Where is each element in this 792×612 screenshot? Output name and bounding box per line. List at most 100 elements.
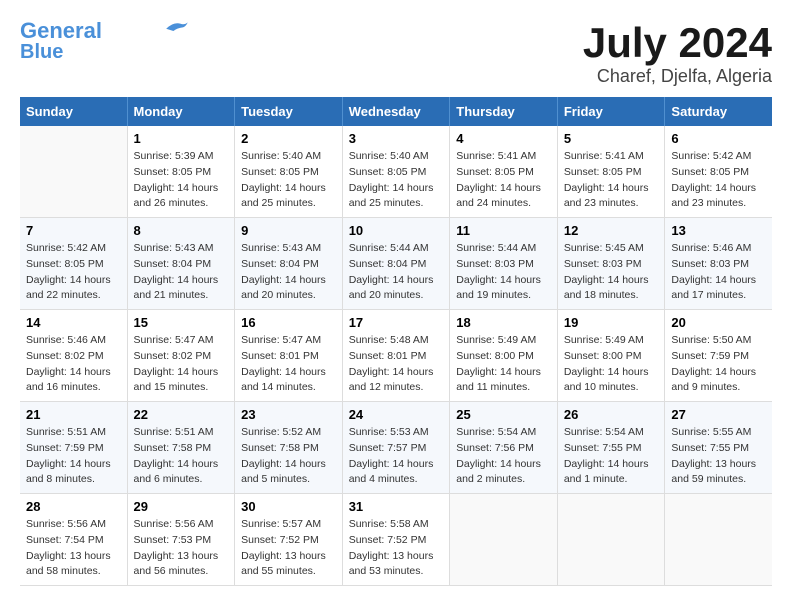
weekday-header-row: SundayMondayTuesdayWednesdayThursdayFrid… [20, 97, 772, 126]
day-cell: 16 Sunrise: 5:47 AMSunset: 8:01 PMDayligh… [235, 310, 343, 402]
day-cell: 19 Sunrise: 5:49 AMSunset: 8:00 PMDayligh… [557, 310, 665, 402]
day-info: Sunrise: 5:47 AMSunset: 8:02 PMDaylight:… [134, 333, 229, 396]
day-number: 12 [564, 223, 659, 238]
day-info: Sunrise: 5:54 AMSunset: 7:55 PMDaylight:… [564, 425, 659, 488]
day-info: Sunrise: 5:49 AMSunset: 8:00 PMDaylight:… [456, 333, 551, 396]
weekday-header-tuesday: Tuesday [235, 97, 343, 126]
day-number: 26 [564, 407, 659, 422]
day-cell: 8 Sunrise: 5:43 AMSunset: 8:04 PMDaylight… [127, 218, 235, 310]
day-info: Sunrise: 5:56 AMSunset: 7:54 PMDaylight:… [26, 517, 121, 580]
day-number: 11 [456, 223, 551, 238]
week-row-5: 28 Sunrise: 5:56 AMSunset: 7:54 PMDayligh… [20, 494, 772, 586]
week-row-1: 1Sunrise: 5:39 AMSunset: 8:05 PMDaylight… [20, 126, 772, 218]
logo: General Blue [20, 20, 192, 62]
day-info: Sunrise: 5:55 AMSunset: 7:55 PMDaylight:… [671, 425, 766, 488]
day-number: 8 [134, 223, 229, 238]
day-number: 14 [26, 315, 121, 330]
day-number: 4 [456, 131, 551, 146]
day-cell: 15Sunrise: 5:47 AMSunset: 8:02 PMDayligh… [127, 310, 235, 402]
day-info: Sunrise: 5:44 AMSunset: 8:04 PMDaylight:… [349, 241, 444, 304]
day-info: Sunrise: 5:46 AMSunset: 8:02 PMDaylight:… [26, 333, 121, 396]
day-number: 9 [241, 223, 336, 238]
day-cell: 28 Sunrise: 5:56 AMSunset: 7:54 PMDayligh… [20, 494, 127, 586]
day-cell: 9 Sunrise: 5:43 AMSunset: 8:04 PMDaylight… [235, 218, 343, 310]
day-cell: 14 Sunrise: 5:46 AMSunset: 8:02 PMDayligh… [20, 310, 127, 402]
day-info: Sunrise: 5:42 AMSunset: 8:05 PMDaylight:… [26, 241, 121, 304]
day-number: 22 [134, 407, 229, 422]
day-number: 29 [134, 499, 229, 514]
day-number: 17 [349, 315, 444, 330]
day-info: Sunrise: 5:44 AMSunset: 8:03 PMDaylight:… [456, 241, 551, 304]
day-cell: 6Sunrise: 5:42 AMSunset: 8:05 PMDaylight… [665, 126, 772, 218]
logo-bird-icon [162, 18, 192, 36]
week-row-4: 21 Sunrise: 5:51 AMSunset: 7:59 PMDayligh… [20, 402, 772, 494]
weekday-header-sunday: Sunday [20, 97, 127, 126]
day-info: Sunrise: 5:40 AMSunset: 8:05 PMDaylight:… [241, 149, 336, 212]
day-number: 7 [26, 223, 121, 238]
day-cell: 13Sunrise: 5:46 AMSunset: 8:03 PMDayligh… [665, 218, 772, 310]
day-info: Sunrise: 5:41 AMSunset: 8:05 PMDaylight:… [456, 149, 551, 212]
day-number: 28 [26, 499, 121, 514]
day-number: 21 [26, 407, 121, 422]
day-info: Sunrise: 5:43 AMSunset: 8:04 PMDaylight:… [241, 241, 336, 304]
day-info: Sunrise: 5:56 AMSunset: 7:53 PMDaylight:… [134, 517, 229, 580]
day-info: Sunrise: 5:40 AMSunset: 8:05 PMDaylight:… [349, 149, 444, 212]
day-number: 20 [671, 315, 766, 330]
day-number: 10 [349, 223, 444, 238]
day-info: Sunrise: 5:51 AMSunset: 7:59 PMDaylight:… [26, 425, 121, 488]
day-number: 27 [671, 407, 766, 422]
day-info: Sunrise: 5:57 AMSunset: 7:52 PMDaylight:… [241, 517, 336, 580]
week-row-3: 14 Sunrise: 5:46 AMSunset: 8:02 PMDayligh… [20, 310, 772, 402]
day-number: 31 [349, 499, 444, 514]
day-number: 16 [241, 315, 336, 330]
day-number: 24 [349, 407, 444, 422]
day-cell: 27 Sunrise: 5:55 AMSunset: 7:55 PMDayligh… [665, 402, 772, 494]
day-info: Sunrise: 5:41 AMSunset: 8:05 PMDaylight:… [564, 149, 659, 212]
weekday-header-friday: Friday [557, 97, 665, 126]
day-number: 6 [671, 131, 766, 146]
day-cell: 12 Sunrise: 5:45 AMSunset: 8:03 PMDayligh… [557, 218, 665, 310]
day-info: Sunrise: 5:45 AMSunset: 8:03 PMDaylight:… [564, 241, 659, 304]
day-cell: 31 Sunrise: 5:58 AMSunset: 7:52 PMDayligh… [342, 494, 450, 586]
weekday-header-saturday: Saturday [665, 97, 772, 126]
day-cell: 24 Sunrise: 5:53 AMSunset: 7:57 PMDayligh… [342, 402, 450, 494]
day-info: Sunrise: 5:58 AMSunset: 7:52 PMDaylight:… [349, 517, 444, 580]
day-cell: 18 Sunrise: 5:49 AMSunset: 8:00 PMDayligh… [450, 310, 558, 402]
logo-text: General [20, 20, 102, 42]
day-cell: 5Sunrise: 5:41 AMSunset: 8:05 PMDaylight… [557, 126, 665, 218]
day-number: 2 [241, 131, 336, 146]
day-number: 19 [564, 315, 659, 330]
day-info: Sunrise: 5:39 AMSunset: 8:05 PMDaylight:… [134, 149, 229, 212]
day-number: 25 [456, 407, 551, 422]
day-number: 23 [241, 407, 336, 422]
day-cell: 11 Sunrise: 5:44 AMSunset: 8:03 PMDayligh… [450, 218, 558, 310]
day-number: 18 [456, 315, 551, 330]
day-cell: 23 Sunrise: 5:52 AMSunset: 7:58 PMDayligh… [235, 402, 343, 494]
day-cell: 1Sunrise: 5:39 AMSunset: 8:05 PMDaylight… [127, 126, 235, 218]
day-info: Sunrise: 5:49 AMSunset: 8:00 PMDaylight:… [564, 333, 659, 396]
day-info: Sunrise: 5:46 AMSunset: 8:03 PMDaylight:… [671, 241, 766, 304]
weekday-header-thursday: Thursday [450, 97, 558, 126]
day-cell: 26 Sunrise: 5:54 AMSunset: 7:55 PMDayligh… [557, 402, 665, 494]
day-cell: 29 Sunrise: 5:56 AMSunset: 7:53 PMDayligh… [127, 494, 235, 586]
day-cell: 21 Sunrise: 5:51 AMSunset: 7:59 PMDayligh… [20, 402, 127, 494]
title-area: July 2024 Charef, Djelfa, Algeria [583, 20, 772, 87]
day-cell: 7 Sunrise: 5:42 AMSunset: 8:05 PMDaylight… [20, 218, 127, 310]
day-info: Sunrise: 5:53 AMSunset: 7:57 PMDaylight:… [349, 425, 444, 488]
day-info: Sunrise: 5:43 AMSunset: 8:04 PMDaylight:… [134, 241, 229, 304]
day-info: Sunrise: 5:51 AMSunset: 7:58 PMDaylight:… [134, 425, 229, 488]
month-title: July 2024 [583, 20, 772, 66]
day-info: Sunrise: 5:47 AMSunset: 8:01 PMDaylight:… [241, 333, 336, 396]
day-info: Sunrise: 5:52 AMSunset: 7:58 PMDaylight:… [241, 425, 336, 488]
day-cell: 20Sunrise: 5:50 AMSunset: 7:59 PMDayligh… [665, 310, 772, 402]
day-cell: 30 Sunrise: 5:57 AMSunset: 7:52 PMDayligh… [235, 494, 343, 586]
day-number: 3 [349, 131, 444, 146]
logo-blue-text: Blue [20, 42, 63, 62]
day-number: 30 [241, 499, 336, 514]
day-info: Sunrise: 5:48 AMSunset: 8:01 PMDaylight:… [349, 333, 444, 396]
weekday-header-monday: Monday [127, 97, 235, 126]
day-info: Sunrise: 5:54 AMSunset: 7:56 PMDaylight:… [456, 425, 551, 488]
day-cell: 25 Sunrise: 5:54 AMSunset: 7:56 PMDayligh… [450, 402, 558, 494]
day-cell: 17 Sunrise: 5:48 AMSunset: 8:01 PMDayligh… [342, 310, 450, 402]
day-cell [20, 126, 127, 218]
